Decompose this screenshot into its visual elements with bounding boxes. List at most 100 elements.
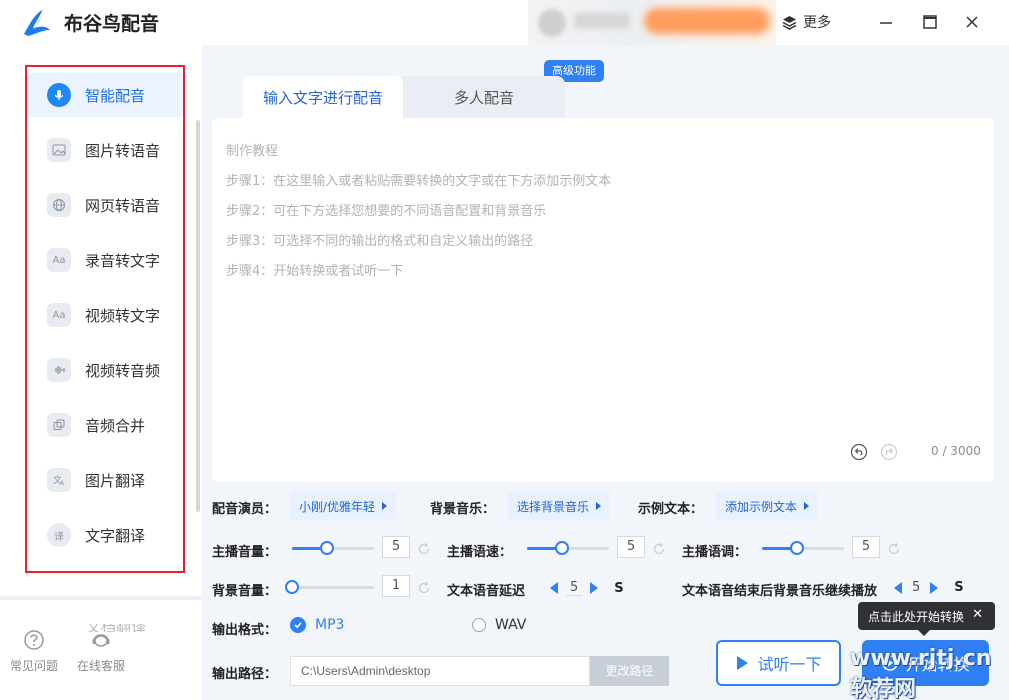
start-convert-button[interactable]: 开始转换: [862, 640, 989, 686]
sidebar-item-audio-to-text[interactable]: Aa 录音转文字: [27, 238, 185, 282]
voice-label: 配音演员：: [212, 502, 278, 517]
placeholder-line: 步骤2：可在下方选择您想要的不同语音配置和背景音乐: [226, 204, 547, 219]
pitch-label: 主播语调：: [682, 545, 748, 560]
char-counter: 0 / 3000: [931, 444, 981, 458]
bg-volume-value[interactable]: 1: [382, 575, 410, 597]
globe-icon: [47, 193, 71, 217]
sample-text-label: 示例文本：: [638, 502, 704, 517]
image-icon: [47, 138, 71, 162]
slider-knob[interactable]: [285, 580, 299, 594]
speed-slider[interactable]: [527, 541, 609, 555]
format-mp3-label: MP3: [315, 617, 345, 633]
bgm-label: 背景音乐：: [430, 502, 496, 517]
preview-listen-button[interactable]: 试听一下: [716, 640, 841, 686]
slider-knob[interactable]: [320, 541, 335, 555]
volume-slider[interactable]: [292, 541, 374, 555]
sidebar-item-label: 图片翻译: [85, 471, 146, 490]
format-label: 输出格式：: [212, 623, 278, 638]
bg-volume-slider[interactable]: [285, 580, 374, 594]
checked-icon: [290, 617, 306, 633]
slider-track: [292, 586, 374, 589]
delay-unit: S: [614, 580, 624, 596]
continue-bgm-value[interactable]: 5: [910, 580, 922, 595]
sidebar-item-video-to-audio[interactable]: 视频转音频: [27, 348, 185, 392]
svg-text:A: A: [60, 480, 65, 486]
speed-value[interactable]: 5: [617, 536, 645, 558]
continue-bgm-stepper[interactable]: 5 S: [894, 580, 964, 595]
sidebar-item-web-to-speech[interactable]: 网页转语音: [27, 183, 185, 227]
sidebar-scrollbar[interactable]: [196, 120, 200, 512]
voice-value: 小刚/优雅年轻: [299, 499, 376, 514]
sidebar-item-audio-merge[interactable]: 音频合并: [27, 403, 185, 447]
sidebar-item-label: 视频转音频: [85, 361, 161, 380]
pitch-slider[interactable]: [762, 541, 844, 555]
decrease-icon[interactable]: [550, 582, 558, 594]
increase-icon[interactable]: [930, 581, 939, 594]
increase-icon[interactable]: [590, 582, 599, 594]
username-blurred: [574, 13, 630, 29]
merge-icon: [47, 413, 71, 437]
video-audio-icon: [47, 358, 71, 382]
format-mp3-radio[interactable]: MP3: [290, 617, 344, 633]
format-wav-radio[interactable]: WAV: [472, 617, 526, 633]
caret-right-icon: [596, 502, 602, 510]
more-menu-button[interactable]: 更多: [782, 12, 831, 32]
faq-button[interactable]: 常见问题: [4, 629, 64, 674]
output-path-field[interactable]: C:\Users\Admin\desktop: [290, 656, 590, 686]
translate-text-icon: 译: [47, 523, 71, 547]
avatar: [538, 9, 566, 37]
preview-listen-label: 试听一下: [757, 655, 822, 674]
start-convert-label: 开始转换: [905, 655, 970, 674]
sidebar-item-image-translate[interactable]: 文A 图片翻译: [27, 458, 185, 502]
sidebar-item-label: 音频合并: [85, 416, 146, 435]
start-tooltip: 点击此处开始转换 ✕: [858, 602, 995, 636]
placeholder-line: 步骤3：可选择不同的输出的格式和自定义输出的路径: [226, 234, 534, 249]
minimize-icon[interactable]: [876, 12, 896, 32]
reset-icon[interactable]: [887, 542, 901, 556]
slider-knob[interactable]: [790, 541, 805, 555]
app-title: 布谷鸟配音: [64, 13, 160, 35]
text-editor[interactable]: 制作教程 步骤1：在这里输入或者粘贴需要转换的文字或在下方添加示例文本 步骤2：…: [212, 118, 994, 482]
text-aa-icon: Aa: [47, 248, 71, 272]
redo-icon[interactable]: [880, 443, 898, 461]
sidebar-item-label: 文字翻译: [85, 526, 146, 545]
layers-icon: [782, 15, 797, 30]
bird-logo-icon: [24, 8, 50, 36]
voice-select-button[interactable]: 小刚/优雅年轻: [290, 491, 397, 521]
change-path-button[interactable]: 更改路径: [590, 656, 669, 686]
reset-icon[interactable]: [417, 581, 431, 595]
sidebar-item-label: 智能配音: [85, 86, 146, 105]
online-service-button[interactable]: 在线客服: [71, 629, 131, 674]
online-service-label: 在线客服: [76, 659, 125, 673]
user-account-area[interactable]: [528, 0, 776, 45]
bgm-select-button[interactable]: 选择背景音乐: [508, 491, 611, 521]
slider-knob[interactable]: [555, 541, 570, 555]
convert-icon: [882, 655, 899, 671]
sidebar-item-smart-dubbing[interactable]: 智能配音: [27, 73, 185, 117]
sidebar-item-video-to-text[interactable]: Aa 视频转文字: [27, 293, 185, 337]
tab-text-dubbing[interactable]: 输入文字进行配音: [243, 76, 403, 118]
question-icon: [24, 630, 44, 650]
continue-bgm-label: 文本语音结束后背景音乐继续播放: [682, 584, 878, 599]
reset-icon[interactable]: [417, 542, 431, 556]
tooltip-close-icon[interactable]: ✕: [972, 607, 983, 622]
close-icon[interactable]: [962, 12, 982, 32]
sidebar-item-text-translate[interactable]: 译 文字翻译: [27, 513, 185, 557]
video-text-icon: Aa: [47, 303, 71, 327]
sidebar-item-image-to-speech[interactable]: 图片转语音: [27, 128, 185, 172]
faq-label: 常见问题: [9, 659, 58, 673]
pitch-value[interactable]: 5: [852, 536, 880, 558]
reset-icon[interactable]: [652, 542, 666, 556]
sample-text-button[interactable]: 添加示例文本: [716, 491, 819, 521]
delay-value[interactable]: 5: [566, 580, 583, 596]
volume-value[interactable]: 5: [382, 536, 410, 558]
sidebar: 智能配音 图片转语音 网页转语音 Aa 录音转文字 Aa 视频转文字 视频转音频…: [0, 45, 202, 700]
undo-icon[interactable]: [850, 443, 868, 461]
decrease-icon[interactable]: [894, 581, 902, 594]
sidebar-item-label: 视频转文字: [85, 306, 161, 325]
tab-multi-voice[interactable]: 多人配音: [403, 76, 565, 118]
more-label: 更多: [803, 15, 831, 31]
vip-banner-blurred: [644, 8, 770, 34]
delay-stepper[interactable]: 5 S: [550, 580, 624, 596]
maximize-icon[interactable]: [920, 12, 940, 32]
